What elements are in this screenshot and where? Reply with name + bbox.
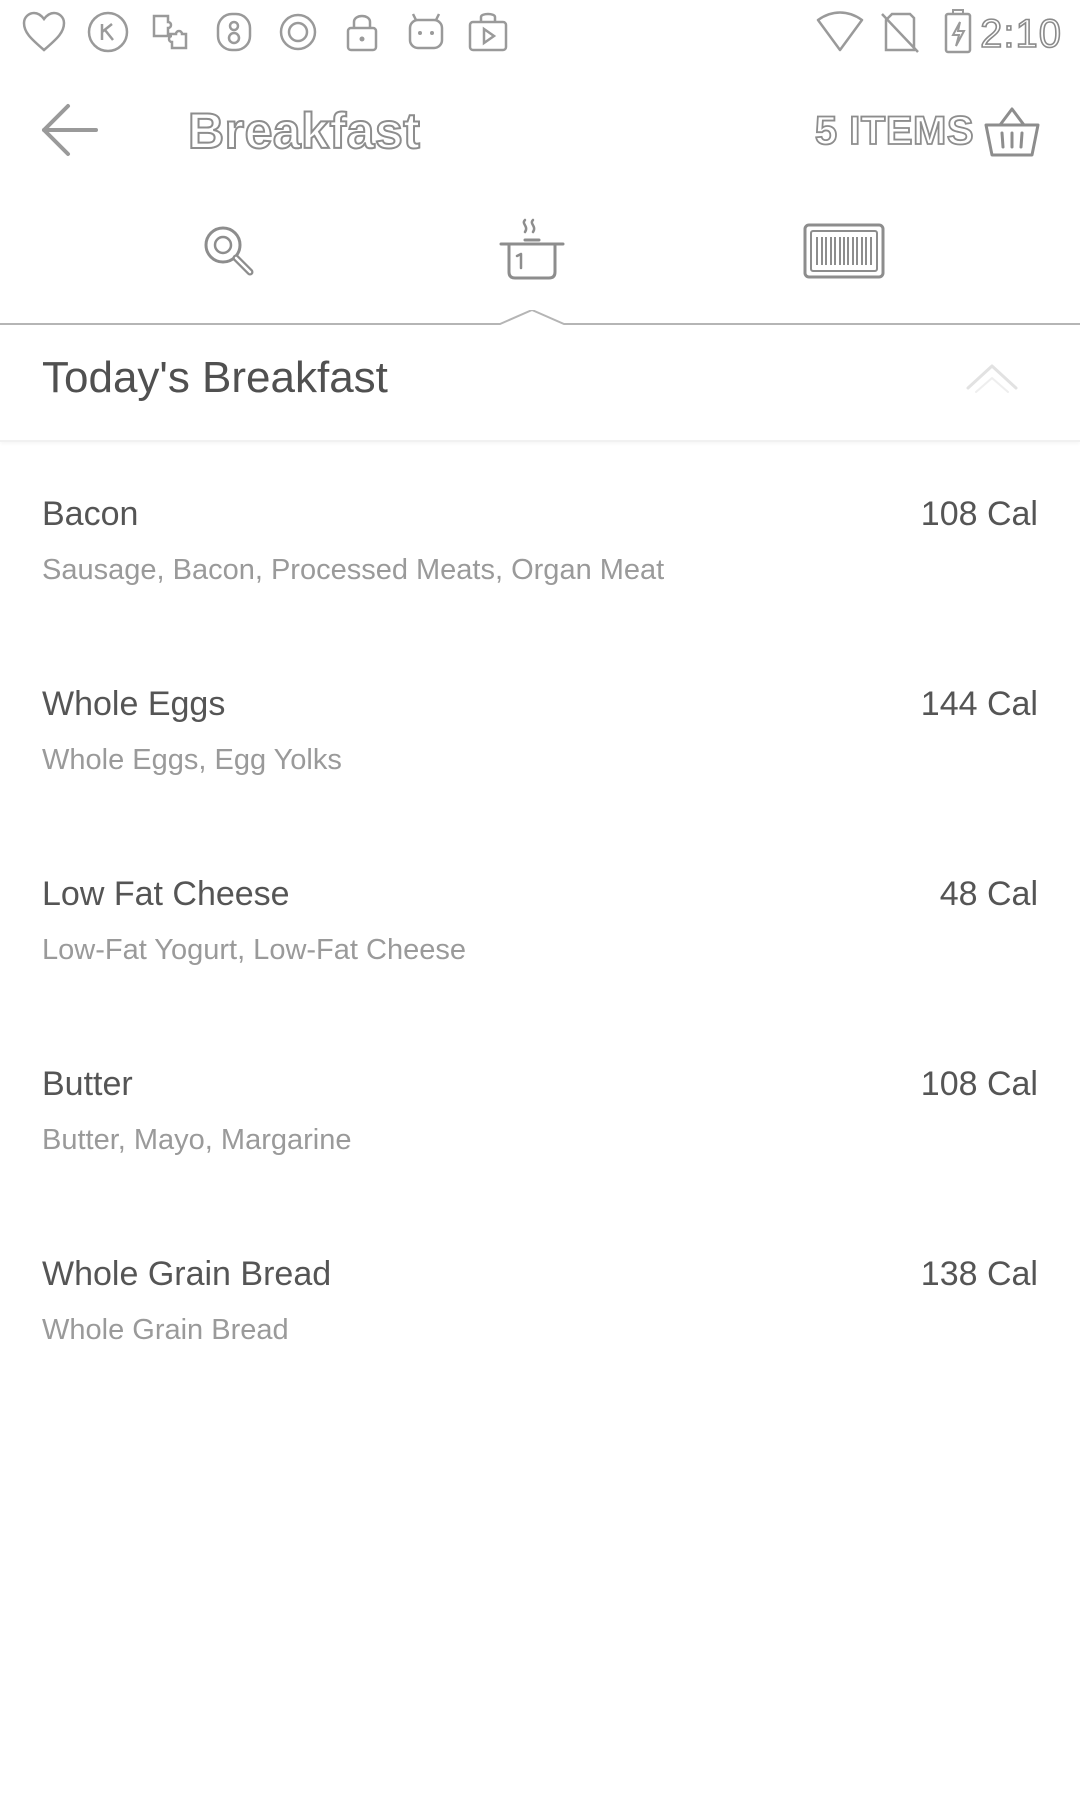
- food-name: Whole Eggs: [42, 685, 226, 723]
- cooking-pot-icon: [499, 218, 565, 280]
- food-description: Sausage, Bacon, Processed Meats, Organ M…: [42, 554, 665, 586]
- heart-icon: [20, 8, 68, 56]
- food-description: Low-Fat Yogurt, Low-Fat Cheese: [42, 934, 466, 966]
- food-calories: 108 Cal: [920, 1065, 1038, 1103]
- food-name: Low Fat Cheese: [42, 875, 290, 913]
- food-list: Bacon 108 Cal Sausage, Bacon, Processed …: [0, 442, 1080, 1392]
- food-calories: 48 Cal: [939, 875, 1038, 913]
- basket-button[interactable]: 5 ITEMS: [814, 96, 1044, 166]
- tab-barcode[interactable]: [664, 192, 1024, 310]
- basket-icon: [980, 99, 1044, 163]
- battery-charging-icon: [934, 8, 982, 56]
- chevron-up-icon: [966, 364, 1018, 393]
- record-icon: [274, 8, 322, 56]
- store-icon: [464, 8, 512, 56]
- food-description: Whole Eggs, Egg Yolks: [42, 744, 342, 776]
- barcode-icon: [803, 223, 885, 279]
- wifi-icon: [816, 8, 864, 56]
- food-description: Butter, Mayo, Margarine: [42, 1124, 352, 1156]
- food-description: Whole Grain Bread: [42, 1314, 289, 1346]
- back-button[interactable]: [34, 94, 106, 166]
- search-icon: [204, 226, 254, 276]
- page-title: Breakfast: [187, 102, 421, 160]
- food-item-butter[interactable]: Butter 108 Cal Butter, Mayo, Margarine: [0, 1012, 1080, 1202]
- no-sim-icon: [876, 8, 924, 56]
- items-count: 5 ITEMS: [814, 108, 974, 154]
- food-name: Bacon: [42, 495, 139, 533]
- action-bar: Breakfast 5 ITEMS: [0, 66, 1080, 192]
- food-item-whole-eggs[interactable]: Whole Eggs 144 Cal Whole Eggs, Egg Yolks: [0, 632, 1080, 822]
- arrow-left-icon: [42, 104, 98, 156]
- food-name: Whole Grain Bread: [42, 1255, 332, 1293]
- food-name: Butter: [42, 1065, 133, 1103]
- section-title: Today's Breakfast: [42, 353, 388, 402]
- food-calories: 144 Cal: [920, 685, 1038, 723]
- food-calories: 108 Cal: [920, 495, 1038, 533]
- kakao-icon: [84, 8, 132, 56]
- food-item-bacon[interactable]: Bacon 108 Cal Sausage, Bacon, Processed …: [0, 442, 1080, 632]
- tab-recipes[interactable]: [352, 192, 712, 310]
- clock-time: 2:10: [979, 11, 1062, 57]
- collapse-button[interactable]: [962, 354, 1022, 398]
- food-calories: 138 Cal: [920, 1255, 1038, 1293]
- status-bar: 2:10: [0, 0, 1080, 66]
- food-item-whole-grain-bread[interactable]: Whole Grain Bread 138 Cal Whole Grain Br…: [0, 1202, 1080, 1392]
- lock-icon: [338, 8, 386, 56]
- android-icon: [402, 8, 450, 56]
- puzzle-icon: [146, 8, 194, 56]
- tab-bar: [0, 192, 1080, 325]
- notification-badge-icon: [210, 8, 258, 56]
- food-item-low-fat-cheese[interactable]: Low Fat Cheese 48 Cal Low-Fat Yogurt, Lo…: [0, 822, 1080, 1012]
- section-header[interactable]: Today's Breakfast: [0, 318, 1080, 442]
